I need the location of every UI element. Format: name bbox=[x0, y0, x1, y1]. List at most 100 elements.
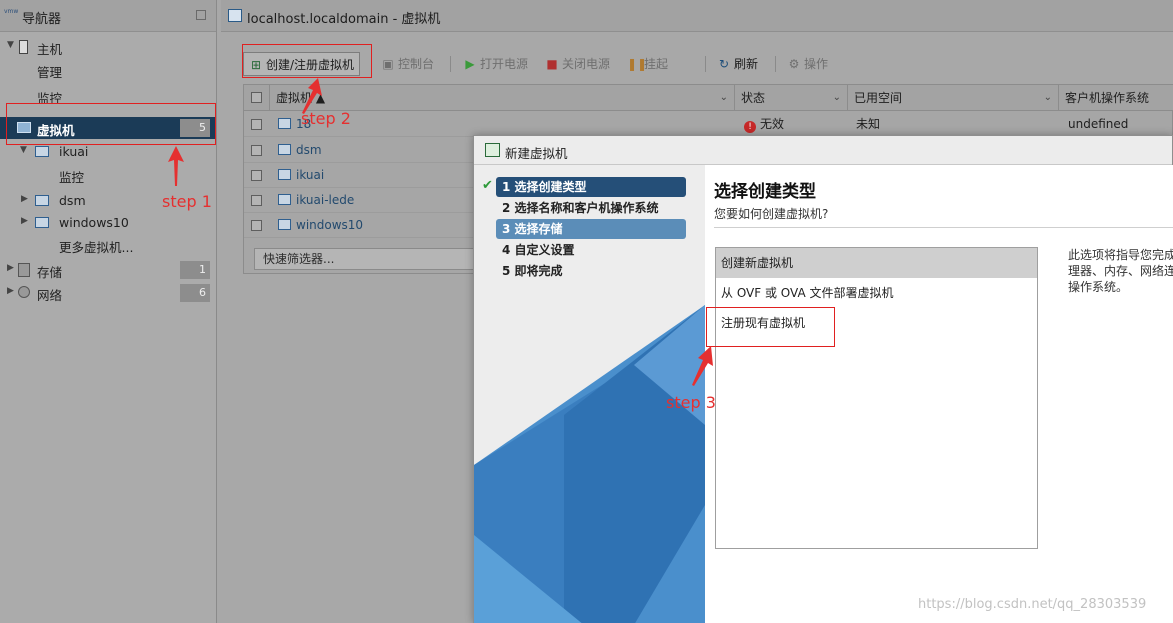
option-description: 此选项将指导您完成 理器、内存、网络连 操作系统。 bbox=[1068, 248, 1173, 294]
nav-item-label: dsm bbox=[59, 193, 86, 208]
console-icon: ▣ bbox=[382, 57, 394, 71]
network-icon bbox=[18, 286, 30, 298]
navigator-title: 导航器 bbox=[22, 12, 62, 27]
nav-item-label: 存储 bbox=[37, 265, 63, 280]
vm-icon bbox=[35, 146, 49, 157]
suspend-button[interactable]: ❚❚挂起 bbox=[627, 52, 668, 76]
collapse-panel-icon[interactable] bbox=[196, 10, 206, 20]
toolbar-divider bbox=[775, 56, 776, 72]
dialog-heading: 选择创建类型 bbox=[714, 182, 816, 202]
annotation-label-step3: step 3 bbox=[666, 393, 716, 412]
guest-os-cell: undefined bbox=[1068, 117, 1129, 131]
select-all-header bbox=[244, 85, 270, 111]
vm-icon bbox=[35, 217, 49, 228]
storage-icon bbox=[18, 263, 30, 277]
expand-right-icon[interactable]: ▶ bbox=[7, 286, 14, 296]
status-text: 无效 bbox=[760, 117, 785, 131]
status-cell: ! 无效 bbox=[744, 112, 784, 137]
wizard-step-2[interactable]: 2 选择名称和客户机操作系统 bbox=[496, 198, 686, 218]
nav-item-label: 监控 bbox=[59, 170, 85, 185]
expand-down-icon[interactable]: ▼ bbox=[7, 40, 14, 50]
vm-icon bbox=[278, 118, 291, 129]
main-header: localhost.localdomain - 虚拟机 bbox=[221, 0, 1173, 32]
vm-icon bbox=[35, 195, 49, 206]
power-on-button[interactable]: ▶ 打开电源 bbox=[463, 52, 528, 76]
option-create-new-vm[interactable]: 创建新虚拟机 bbox=[716, 248, 1037, 278]
expand-right-icon[interactable]: ▶ bbox=[21, 216, 28, 226]
nav-item-network[interactable]: ▶ 网络 6 bbox=[0, 282, 216, 304]
nav-item-label: ikuai bbox=[59, 144, 89, 159]
table-row[interactable]: 18 ! 无效 未知 undefined bbox=[244, 112, 1173, 137]
button-label: 刷新 bbox=[734, 57, 759, 71]
select-all-checkbox[interactable] bbox=[251, 92, 262, 103]
expand-right-icon[interactable]: ▶ bbox=[21, 194, 28, 204]
dialog-title-bar: 新建虚拟机 bbox=[474, 136, 1172, 165]
button-label: 操作 bbox=[804, 57, 829, 71]
chevron-down-icon[interactable]: ⌄ bbox=[1044, 85, 1052, 111]
nav-item-label: 更多虚拟机... bbox=[59, 240, 134, 255]
nav-item-manage[interactable]: 管理 bbox=[0, 59, 216, 81]
expand-down-icon[interactable]: ▼ bbox=[20, 145, 27, 155]
option-deploy-ovf-ova[interactable]: 从 OVF 或 OVA 文件部署虚拟机 bbox=[716, 278, 1037, 308]
console-button[interactable]: ▣ 控制台 bbox=[381, 52, 434, 76]
error-icon: ! bbox=[744, 121, 756, 133]
nav-item-windows10[interactable]: ▶ windows10 bbox=[0, 212, 216, 234]
column-header-used-space[interactable]: 已用空间 ⌄ bbox=[848, 85, 1059, 111]
nav-item-storage[interactable]: ▶ 存储 1 bbox=[0, 259, 216, 281]
wizard-step-3[interactable]: 3 选择存储 bbox=[496, 219, 686, 239]
chevron-down-icon[interactable]: ⌄ bbox=[833, 85, 841, 111]
create-vm-icon bbox=[485, 143, 500, 157]
power-off-button[interactable]: ■ 关闭电源 bbox=[545, 52, 610, 76]
wizard-step-4[interactable]: 4 自定义设置 bbox=[496, 240, 686, 260]
nav-item-host[interactable]: ▼ 主机 bbox=[0, 36, 216, 58]
wizard-step-1[interactable]: 1 选择创建类型 bbox=[496, 177, 686, 197]
vm-name-link[interactable]: ikuai bbox=[278, 163, 324, 188]
toolbar: ⊞ 创建/注册虚拟机 ▣ 控制台 ▶ 打开电源 ■ 关闭电源 ❚❚挂起 ↻ 刷新 ⚙ 操作 bbox=[243, 52, 1143, 76]
host-icon bbox=[19, 40, 28, 54]
column-header-vm[interactable]: 虚拟机 ▲ ⌄ bbox=[270, 85, 735, 111]
nav-item-label: 管理 bbox=[37, 65, 63, 80]
navigator-header: vmw 导航器 bbox=[0, 0, 216, 32]
count-badge: 6 bbox=[180, 284, 210, 302]
vm-name-link[interactable]: ikuai-lede bbox=[278, 188, 354, 213]
quick-filter-input[interactable]: 快速筛选器... bbox=[254, 248, 482, 270]
actions-button[interactable]: ⚙ 操作 bbox=[787, 52, 828, 76]
wizard-step-5[interactable]: 5 即将完成 bbox=[496, 261, 686, 281]
nav-item-label: 主机 bbox=[37, 42, 63, 57]
watermark: https://blog.csdn.net/qq_28303539 bbox=[918, 597, 1147, 612]
vm-name: ikuai-lede bbox=[296, 193, 355, 207]
divider bbox=[714, 227, 1173, 228]
annotation-label-step2: step 2 bbox=[301, 109, 351, 128]
vm-name: ikuai bbox=[296, 168, 325, 182]
vm-icon bbox=[278, 219, 291, 230]
vm-name-link[interactable]: dsm bbox=[278, 138, 322, 163]
expand-right-icon[interactable]: ▶ bbox=[7, 263, 14, 273]
button-label: 打开电源 bbox=[480, 57, 529, 71]
pause-icon: ❚❚ bbox=[627, 57, 648, 71]
row-checkbox[interactable] bbox=[251, 220, 262, 231]
button-label: 关闭电源 bbox=[562, 57, 611, 71]
refresh-button[interactable]: ↻ 刷新 bbox=[717, 52, 758, 76]
column-header-guest-os[interactable]: 客户机操作系统 bbox=[1059, 85, 1173, 111]
vm-icon bbox=[278, 169, 291, 180]
row-checkbox[interactable] bbox=[251, 170, 262, 181]
count-badge: 1 bbox=[180, 261, 210, 279]
refresh-icon: ↻ bbox=[718, 57, 730, 71]
nav-item-more-vms[interactable]: 更多虚拟机... bbox=[0, 234, 216, 256]
row-checkbox[interactable] bbox=[251, 195, 262, 206]
row-checkbox[interactable] bbox=[251, 145, 262, 156]
chevron-down-icon[interactable]: ⌄ bbox=[720, 85, 728, 111]
row-checkbox[interactable] bbox=[251, 119, 262, 130]
column-header-status[interactable]: 状态 ⌄ bbox=[735, 85, 848, 111]
decorative-graphic bbox=[474, 305, 705, 623]
column-header-label: 状态 bbox=[741, 91, 766, 105]
vm-name: dsm bbox=[296, 143, 322, 157]
used-space-cell: 未知 bbox=[856, 117, 881, 131]
gear-icon: ⚙ bbox=[788, 57, 800, 71]
vm-icon bbox=[278, 144, 291, 155]
vm-icon bbox=[278, 194, 291, 205]
dialog-subheading: 您要如何创建虚拟机? bbox=[714, 207, 829, 221]
vm-name-link[interactable]: windows10 bbox=[278, 213, 363, 238]
vm-icon bbox=[228, 9, 242, 22]
annotation-label-step1: step 1 bbox=[162, 192, 212, 211]
